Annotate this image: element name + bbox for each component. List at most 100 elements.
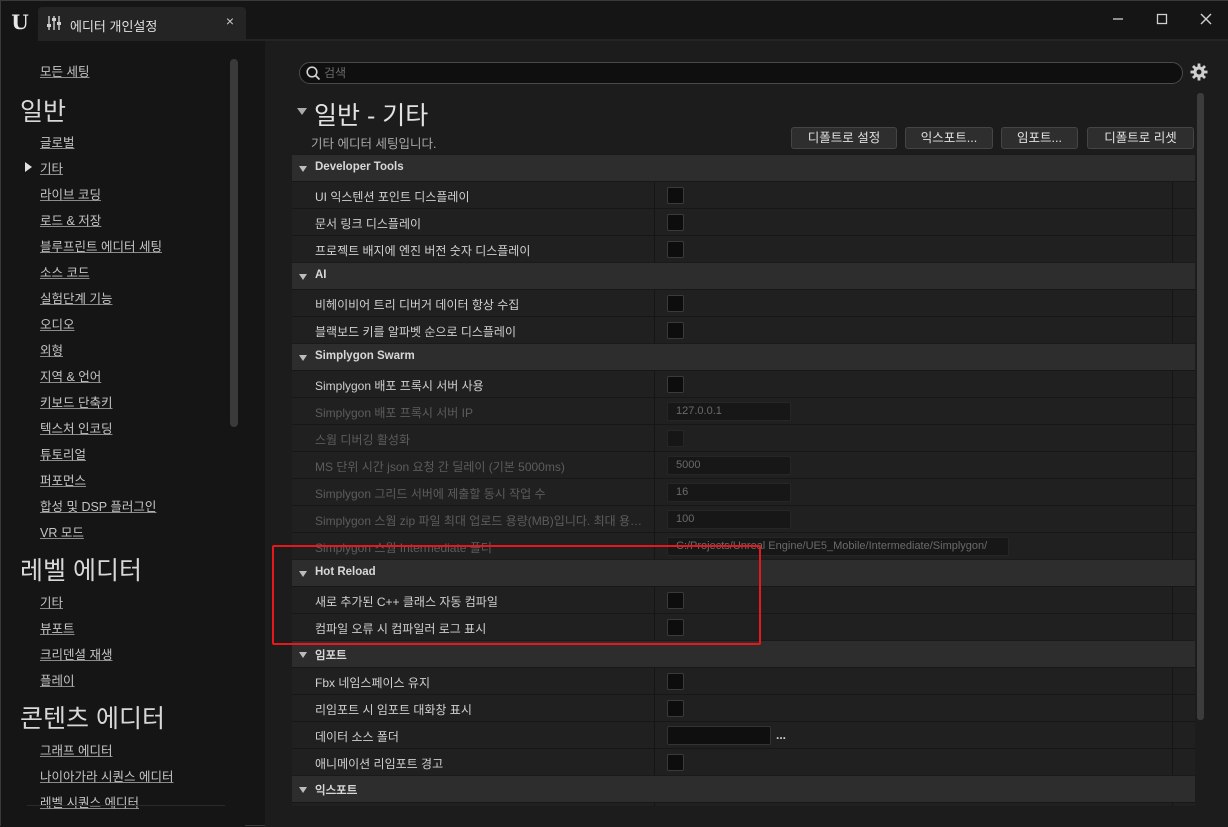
property-label: Simplygon 스웜 zip 파일 최대 업로드 용량(MB)입니다. 최대… — [315, 514, 650, 528]
tab-close-icon[interactable]: × — [222, 13, 238, 29]
property-row — [292, 802, 1195, 806]
browse-folder-button[interactable]: ... — [776, 728, 786, 742]
column-separator[interactable] — [654, 371, 655, 398]
category-row[interactable]: AI — [292, 262, 1195, 289]
settings-gear-icon[interactable] — [1190, 63, 1208, 86]
category-collapse-arrow-icon[interactable] — [299, 274, 307, 280]
column-separator[interactable] — [654, 425, 655, 452]
column-separator[interactable] — [654, 398, 655, 425]
close-button[interactable] — [1191, 9, 1221, 33]
category-row[interactable]: Developer Tools — [292, 154, 1195, 181]
sidebar-item[interactable]: 퍼포먼스 — [40, 470, 86, 489]
category-row[interactable]: 익스포트 — [292, 775, 1195, 802]
search-box[interactable] — [299, 62, 1183, 84]
sidebar-item[interactable]: 지역 & 언어 — [40, 366, 101, 385]
section-collapse-arrow-icon[interactable] — [297, 108, 307, 115]
details-scrollbar[interactable] — [1197, 93, 1204, 720]
property-row: Simplygon 그리드 서버에 제출할 동시 작업 수 16 — [292, 478, 1195, 506]
property-row: Simplygon 스웜 zip 파일 최대 업로드 용량(MB)입니다. 최대… — [292, 505, 1195, 533]
property-row: 스웜 디버깅 활성화 — [292, 424, 1195, 452]
category-collapse-arrow-icon[interactable] — [299, 787, 307, 793]
column-separator[interactable] — [654, 452, 655, 479]
sidebar-item[interactable]: 라이브 코딩 — [40, 184, 101, 203]
property-text-field: 127.0.0.1 — [667, 402, 791, 421]
column-separator[interactable] — [654, 479, 655, 506]
property-checkbox[interactable] — [667, 187, 684, 204]
sidebar-item[interactable]: VR 모드 — [40, 522, 84, 541]
category-label: 임포트 — [315, 650, 347, 662]
sidebar-item[interactable]: 오디오 — [40, 314, 75, 333]
column-separator — [1172, 803, 1173, 806]
maximize-button[interactable] — [1147, 9, 1177, 33]
category-label: Simplygon Swarm — [315, 350, 415, 362]
column-separator[interactable] — [654, 695, 655, 722]
column-separator[interactable] — [654, 506, 655, 533]
column-separator[interactable] — [654, 182, 655, 209]
editor-preferences-window: U 에디터 개인설정 × 모든 세팅 일반 글로벌 기타 라이브 코딩 로드 & 저장 블루… — [0, 0, 1228, 827]
sidebar-item[interactable]: 합성 및 DSP 플러그인 — [40, 496, 156, 515]
section-description: 기타 에디터 세팅입니다. — [311, 137, 437, 151]
column-separator — [1172, 236, 1173, 263]
sidebar-item[interactable]: 글로벌 — [40, 132, 75, 151]
sidebar-item[interactable]: 텍스처 인코딩 — [40, 418, 112, 437]
column-separator[interactable] — [654, 749, 655, 776]
sidebar-item[interactable]: 그래프 에디터 — [40, 740, 112, 759]
settings-panel: 일반 - 기타 기타 에디터 세팅입니다. 디폴트로 설정 익스포트... 임포… — [268, 41, 1228, 827]
tab-editor-preferences[interactable]: 에디터 개인설정 × — [38, 7, 246, 39]
property-checkbox[interactable] — [667, 214, 684, 231]
set-as-default-button[interactable]: 디폴트로 설정 — [791, 127, 897, 149]
export-button[interactable]: 익스포트... — [905, 127, 993, 149]
column-separator — [1172, 695, 1173, 722]
category-collapse-arrow-icon[interactable] — [299, 166, 307, 172]
sidebar-item[interactable]: 플레이 — [40, 670, 75, 689]
column-separator — [1172, 668, 1173, 695]
property-checkbox[interactable] — [667, 754, 684, 771]
sliders-icon — [46, 15, 62, 36]
search-input[interactable] — [324, 65, 1174, 81]
sidebar-item[interactable]: 튜토리얼 — [40, 444, 86, 463]
property-checkbox[interactable] — [667, 376, 684, 393]
sidebar-item[interactable]: 레벨 시퀀스 에디터 — [40, 792, 139, 811]
sidebar-item[interactable]: 실험단계 기능 — [40, 288, 112, 307]
column-separator[interactable] — [654, 236, 655, 263]
minimize-icon — [1113, 18, 1123, 20]
column-separator[interactable] — [654, 668, 655, 695]
sidebar-item[interactable]: 기타 — [40, 158, 63, 177]
sidebar-item[interactable]: 소스 코드 — [40, 262, 89, 281]
property-label: Simplygon 배포 프록시 서버 IP — [315, 406, 473, 420]
details-rows: Developer Tools UI 익스텐션 포인트 디스플레이 문서 링크 디스… — [292, 154, 1195, 806]
sidebar-item[interactable]: 기타 — [40, 592, 63, 611]
sidebar-scrollbar[interactable] — [230, 59, 238, 427]
property-checkbox[interactable] — [667, 700, 684, 717]
property-row: 리임포트 시 임포트 대화창 표시 — [292, 694, 1195, 722]
sidebar-item[interactable]: 외형 — [40, 340, 63, 359]
column-separator[interactable] — [654, 317, 655, 344]
property-row: Simplygon 배포 프록시 서버 사용 — [292, 370, 1195, 398]
column-separator[interactable] — [654, 209, 655, 236]
category-row[interactable]: Simplygon Swarm — [292, 343, 1195, 370]
minimize-button[interactable] — [1103, 9, 1133, 33]
property-row: 블랙보드 키를 알파벳 순으로 디스플레이 — [292, 316, 1195, 344]
category-collapse-arrow-icon[interactable] — [299, 652, 307, 658]
sidebar-item[interactable]: 나이아가라 시퀀스 에디터 — [40, 766, 173, 785]
category-collapse-arrow-icon[interactable] — [299, 355, 307, 361]
sidebar-item[interactable]: 블루프린트 에디터 세팅 — [40, 236, 162, 255]
property-checkbox[interactable] — [667, 295, 684, 312]
title-bar: U 에디터 개인설정 × — [1, 1, 1228, 41]
column-separator[interactable] — [654, 290, 655, 317]
sidebar-item[interactable]: 크리덴셜 재생 — [40, 644, 112, 663]
sidebar-item[interactable]: 키보드 단축키 — [40, 392, 112, 411]
import-button[interactable]: 임포트... — [1001, 127, 1078, 149]
column-separator — [1172, 587, 1173, 614]
unreal-logo-icon[interactable]: U — [7, 9, 33, 35]
sidebar-item[interactable]: 뷰포트 — [40, 618, 75, 637]
reset-to-defaults-button[interactable]: 디폴트로 리셋 — [1087, 127, 1194, 149]
sidebar-item[interactable]: 로드 & 저장 — [40, 210, 101, 229]
property-checkbox[interactable] — [667, 322, 684, 339]
column-separator[interactable] — [654, 722, 655, 749]
property-checkbox[interactable] — [667, 241, 684, 258]
sidebar-item-all-settings[interactable]: 모든 세팅 — [40, 61, 89, 80]
folder-path-field[interactable] — [667, 726, 771, 745]
column-separator[interactable] — [654, 803, 655, 806]
property-checkbox[interactable] — [667, 673, 684, 690]
